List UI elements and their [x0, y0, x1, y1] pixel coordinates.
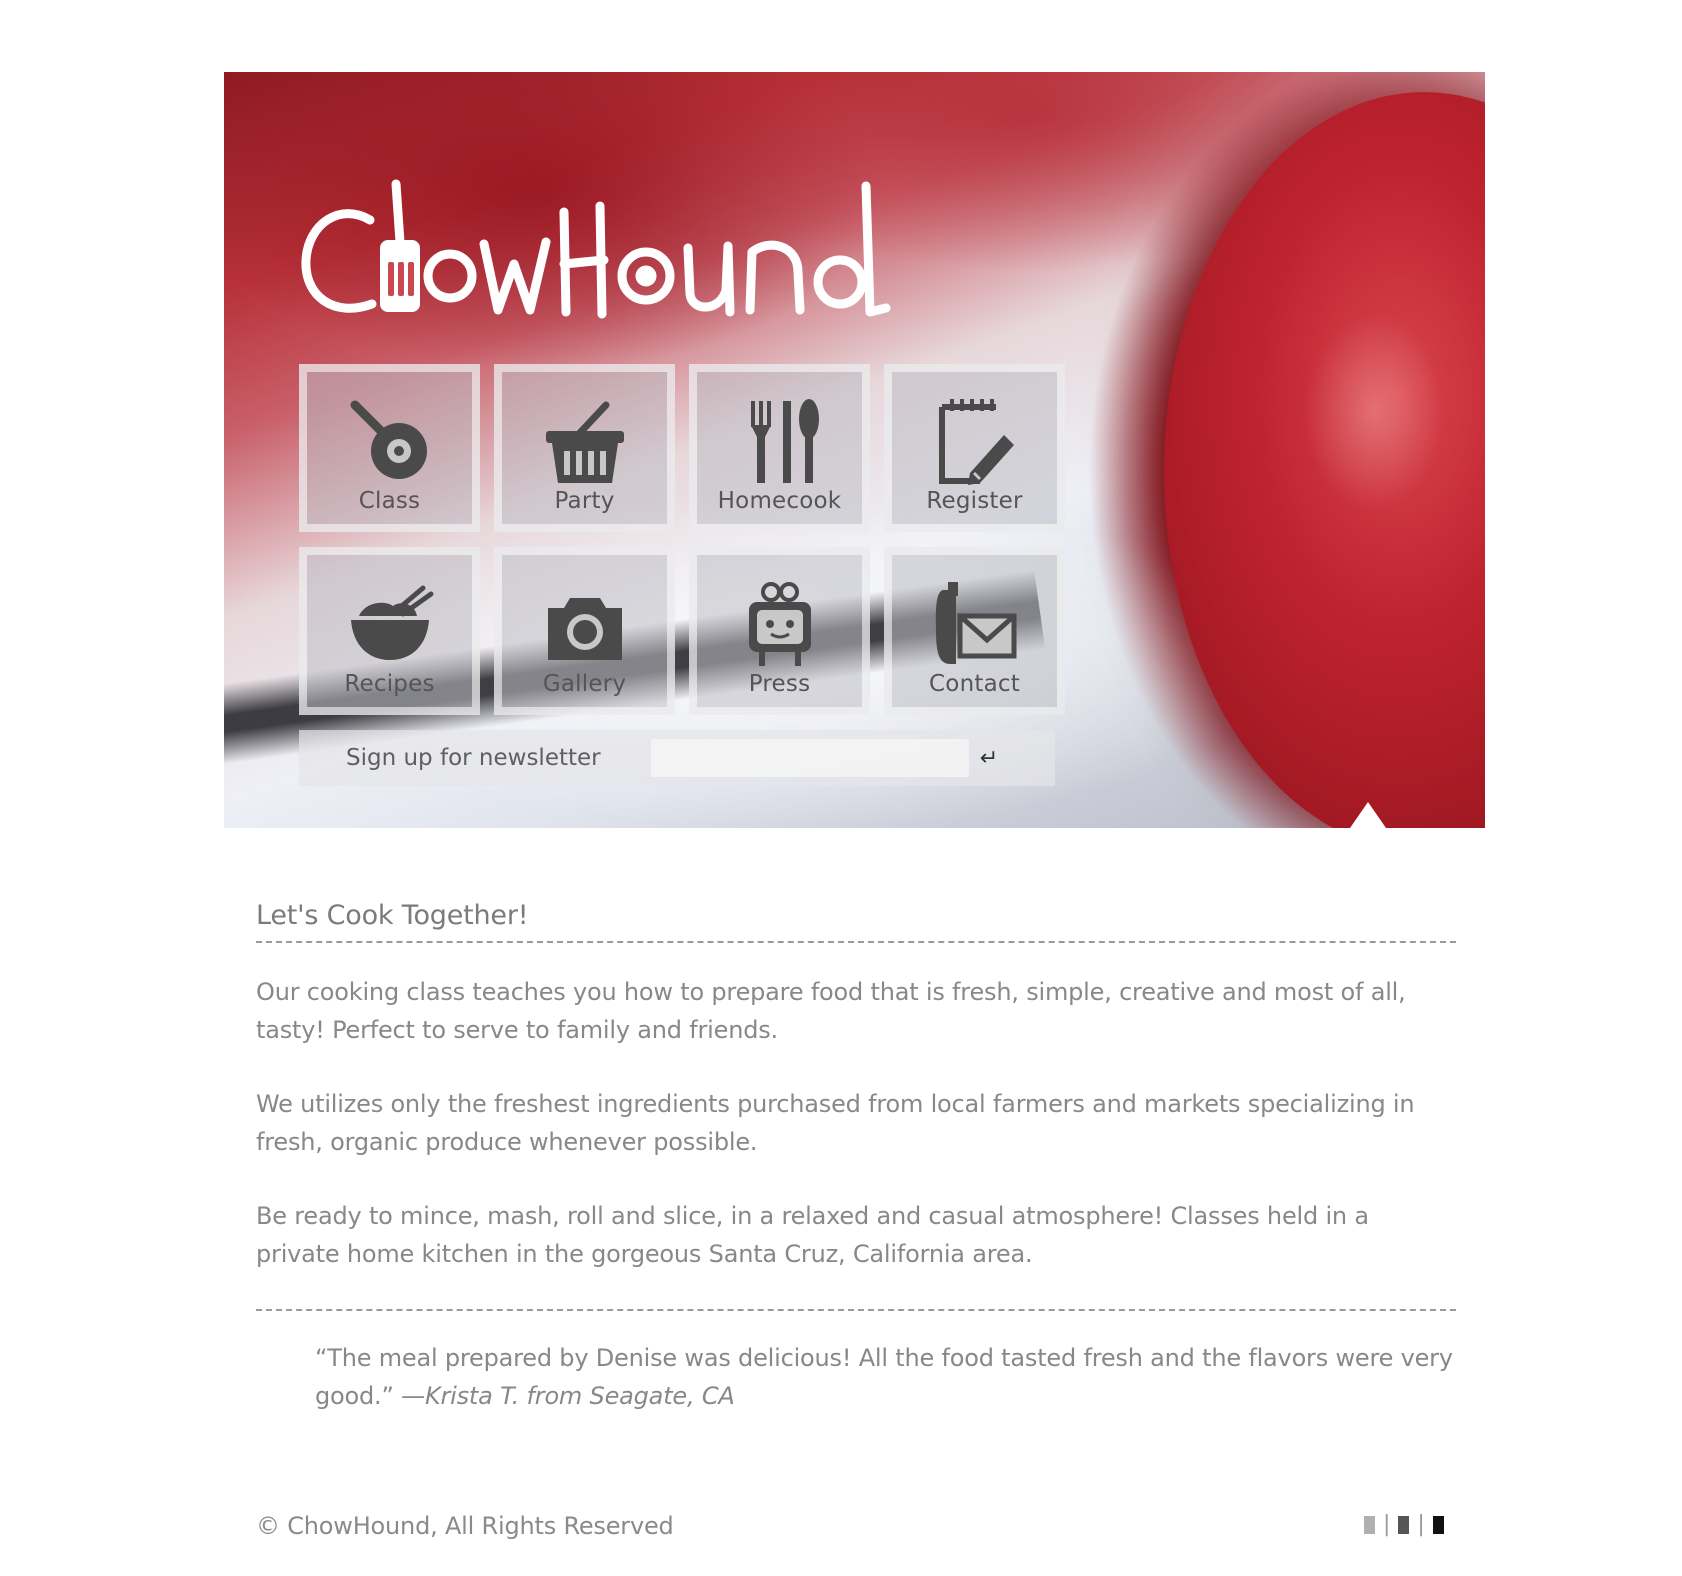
section-divider	[256, 1309, 1456, 1311]
hero-notch	[1350, 802, 1386, 828]
nav-tile-recipes[interactable]: Recipes	[299, 547, 480, 715]
footer-separator: |	[1383, 1512, 1391, 1537]
theme-medium-swatch-icon[interactable]	[1398, 1516, 1410, 1534]
notepad-pencil-icon	[925, 396, 1025, 486]
nav-tile-homecook[interactable]: Homecook	[689, 364, 870, 532]
newsletter-form: Sign up for newsletter ↵	[299, 730, 1055, 786]
theme-dark-swatch-icon[interactable]	[1432, 1516, 1444, 1534]
nav-tile-label: Register	[926, 488, 1023, 514]
footer-separator: |	[1417, 1512, 1425, 1537]
nav-tile-label: Party	[554, 488, 615, 514]
nav-tile-label: Contact	[929, 671, 1020, 697]
bowl-chopsticks-icon	[340, 579, 440, 669]
basket-icon	[535, 396, 635, 486]
nav-tile-gallery[interactable]: Gallery	[494, 547, 675, 715]
footer-copyright: © ChowHound, All Rights Reserved	[256, 1512, 674, 1540]
nav-tile-label: Class	[358, 488, 421, 514]
testimonial-author: —Krista T. from Seagate, CA	[401, 1382, 735, 1410]
newsletter-label: Sign up for newsletter	[346, 745, 601, 771]
newsletter-email-input[interactable]	[651, 739, 969, 777]
intro-paragraph: Our cooking class teaches you how to pre…	[256, 978, 1406, 1044]
enter-arrow-icon[interactable]: ↵	[969, 739, 1009, 777]
nav-tile-party[interactable]: Party	[494, 364, 675, 532]
nav-tile-label: Gallery	[542, 671, 627, 697]
nav-tile-contact[interactable]: Contact	[884, 547, 1065, 715]
nav-tile-press[interactable]: Press	[689, 547, 870, 715]
theme-switcher: | |	[1364, 1512, 1444, 1537]
page-title: Let's Cook Together!	[256, 900, 1456, 943]
nav-tile-class[interactable]: Class	[299, 364, 480, 532]
testimonial: “The meal prepared by Denise was delicio…	[315, 1339, 1456, 1415]
nav-tile-label: Recipes	[344, 671, 435, 697]
pan-egg-icon	[340, 396, 440, 486]
nav-tile-register[interactable]: Register	[884, 364, 1065, 532]
chowhound-logo[interactable]	[300, 172, 910, 332]
camera-icon	[535, 579, 635, 669]
phone-mail-icon	[925, 579, 1025, 669]
theme-light-swatch-icon[interactable]	[1364, 1516, 1375, 1534]
nav-tile-label: Homecook	[717, 488, 842, 514]
hero-bg-apple-shine	[1304, 312, 1444, 512]
atmosphere-paragraph: Be ready to mince, mash, roll and slice,…	[256, 1202, 1369, 1268]
main-content: Let's Cook Together! Our cooking class t…	[256, 900, 1456, 1415]
utensils-icon	[730, 396, 830, 486]
ingredients-paragraph: We utilizes only the freshest ingredient…	[256, 1090, 1415, 1156]
nav-tile-label: Press	[748, 671, 811, 697]
tv-robot-icon	[730, 579, 830, 669]
